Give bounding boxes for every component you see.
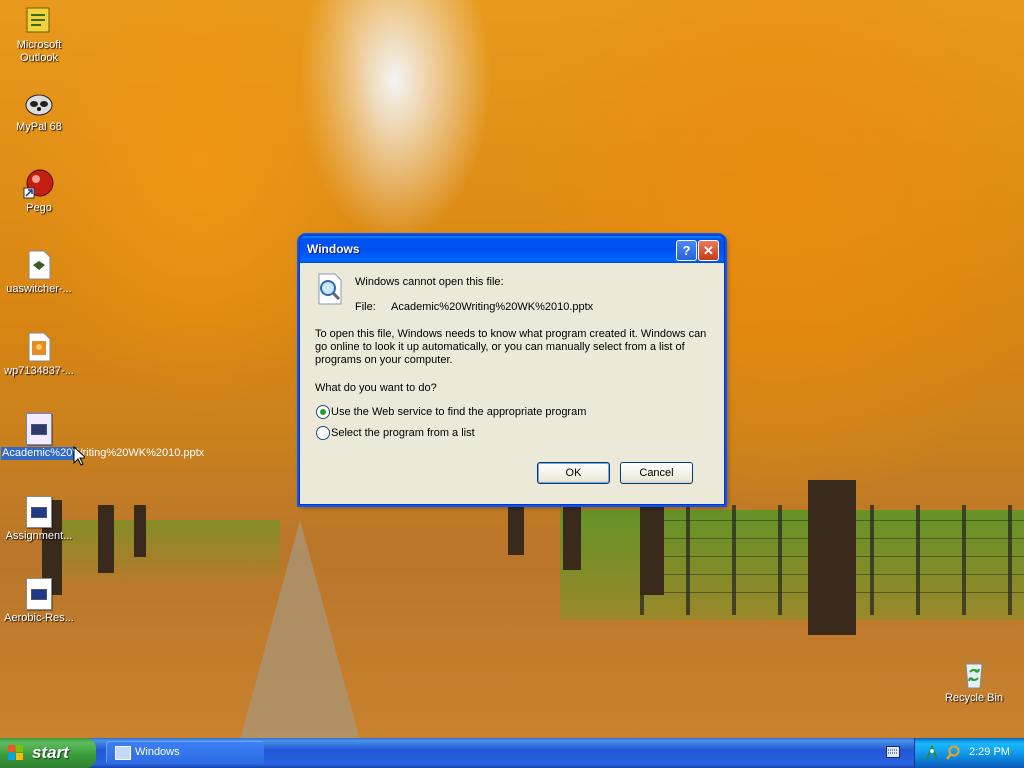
desktop-icon-label: Academic%20Writing%20WK%2010.pptx [1,447,204,460]
pego-red-orb-icon [23,168,55,200]
mouse-cursor-icon [73,446,85,466]
taskbar-window-button[interactable]: Windows [106,741,264,764]
dialog-question: What do you want to do? [315,382,437,394]
desktop-icon-aerobic[interactable]: Aerobic-Res... [1,578,77,625]
option-web-service-label[interactable]: Use the Web service to find the appropri… [331,406,586,418]
recycle-bin-icon [958,658,990,690]
file-search-icon [318,273,342,305]
desktop-icon-label: Aerobic-Res... [4,612,74,624]
radio-web-service[interactable] [316,405,330,419]
file-page-icon [26,578,52,610]
search-icon[interactable] [945,745,961,761]
mypal-raccoon-icon [23,87,55,119]
window-icon [115,746,131,760]
dialog-titlebar[interactable]: Windows ? ✕ [300,236,724,263]
close-icon: ✕ [703,243,714,258]
windows-logo-icon [8,745,23,760]
ok-button[interactable]: OK [537,462,610,484]
cancel-button[interactable]: Cancel [620,462,693,484]
desktop-icon-label: Assignment... [5,530,73,542]
desktop-icon-pego[interactable]: Pego [1,168,77,215]
desktop-icon-label: Pego [26,202,52,214]
clock[interactable]: 2:29 PM [969,746,1010,758]
file-icon [23,496,55,528]
radio-select-from-list[interactable] [316,426,330,440]
desktop-icon-mypal[interactable]: MyPal 68 [1,87,77,134]
file-label: File: [355,301,376,313]
tree-trunk [134,505,146,557]
desktop-icon-label: MyPal 68 [16,121,62,133]
desktop-icon-label: Recycle Bin [944,692,1004,704]
start-label: start [32,743,69,762]
desktop-icon-label: wp7134837-... [4,365,74,377]
pptx-file-icon [23,413,55,445]
start-button[interactable]: start [0,738,96,768]
file-page-icon [26,496,52,528]
desktop-icon-wp7134837[interactable]: wp7134837-... [1,331,77,378]
desktop-icon-recycle-bin[interactable]: Recycle Bin [936,658,1012,705]
help-icon: ? [682,243,691,258]
desktop-icon-outlook[interactable]: Microsoft Outlook [1,5,77,65]
file-icon [23,249,55,281]
tree-trunk [98,505,114,573]
dialog-title: Windows [307,242,360,256]
tree-trunk [808,480,856,635]
tree-trunk [640,500,664,595]
tree-trunk [508,505,524,555]
outlook-icon [23,5,55,37]
desktop-icon-academic-writing[interactable]: Academic%20Writing%20WK%2010.pptx [1,413,204,460]
desktop-icon-uaswitcher[interactable]: uaswitcher-... [1,249,77,296]
image-file-icon [23,331,55,363]
dialog-message: To open this file, Windows needs to know… [315,328,707,366]
file-page-icon [26,413,52,445]
wallpaper-path [240,520,360,738]
taskbar: start Windows 2:29 PM [0,738,1024,768]
network-icon[interactable] [925,745,939,761]
option-select-from-list-label[interactable]: Select the program from a list [331,427,475,439]
file-icon [23,578,55,610]
open-with-dialog: Windows ? ✕ Windows cannot open this fil… [299,235,725,505]
file-name: Academic%20Writing%20WK%2010.pptx [391,301,594,313]
desktop-icon-assignment[interactable]: Assignment... [1,496,77,543]
system-tray: 2:29 PM [914,738,1024,768]
desktop-icon-label: uaswitcher-... [6,283,72,295]
dialog-heading: Windows cannot open this file: [355,276,504,288]
keyboard-icon[interactable] [886,746,900,758]
close-button[interactable]: ✕ [698,240,719,261]
help-button[interactable]: ? [676,240,697,261]
taskbar-window-label: Windows [135,746,180,758]
desktop-icon-label: Microsoft Outlook [16,39,62,64]
tree-trunk [563,505,581,570]
